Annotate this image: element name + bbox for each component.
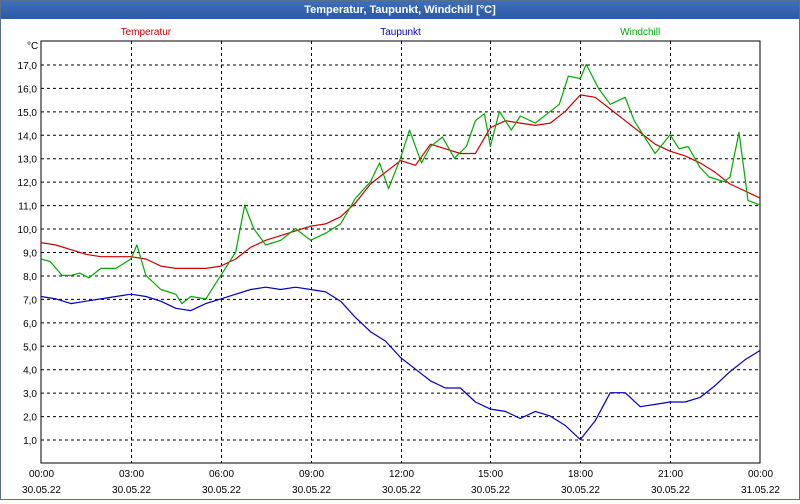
y-tick-label: 3,0 [23, 389, 37, 400]
chart-window: Temperatur, Taupunkt, Windchill [°C] 1,0… [0, 0, 800, 500]
y-tick-label: 17,0 [18, 61, 38, 72]
chart-area: 1,0 2,0 3,0 4,0 5,0 6,0 7,0 8,0 9,0 10,0 11,0 12,0 1… [1, 20, 799, 499]
legend-taupunkt: Taupunkt [380, 27, 421, 38]
x-tick-date: 30.05.22 [382, 485, 421, 496]
y-tick-label: 2,0 [23, 413, 37, 424]
legend-temperatur: Temperatur [121, 27, 172, 38]
y-tick-label: 16,0 [18, 84, 38, 95]
x-tick-date: 30.05.22 [292, 485, 331, 496]
x-tick-time: 15:00 [478, 469, 503, 480]
window-title: Temperatur, Taupunkt, Windchill [°C] [1, 1, 799, 19]
y-tick-label: 6,0 [23, 319, 37, 330]
x-tick-date: 30.05.22 [202, 485, 241, 496]
y-tick-label: 10,0 [18, 225, 38, 236]
x-tick-time: 21:00 [658, 469, 683, 480]
y-tick-label: 4,0 [23, 366, 37, 377]
x-tick-date: 30.05.22 [561, 485, 600, 496]
y-tick-label: 7,0 [23, 295, 37, 306]
x-tick-time: 00:00 [748, 469, 773, 480]
x-tick-time: 12:00 [389, 469, 414, 480]
x-tick-date: 30.05.22 [471, 485, 510, 496]
y-tick-label: 8,0 [23, 272, 37, 283]
x-tick-time: 18:00 [568, 469, 593, 480]
x-tick-time: 00:00 [29, 469, 54, 480]
x-tick-time: 03:00 [119, 469, 144, 480]
y-tick-label: 13,0 [18, 155, 38, 166]
x-tick-time: 09:00 [299, 469, 324, 480]
y-tick-label: 15,0 [18, 108, 38, 119]
legend-windchill: Windchill [620, 27, 660, 38]
x-tick-date: 30.05.22 [651, 485, 690, 496]
plot-frame [40, 40, 761, 464]
y-tick-label: 5,0 [23, 342, 37, 353]
x-tick-date: 31.05.22 [741, 485, 780, 496]
y-tick-label: 11,0 [18, 202, 37, 213]
y-tick-label: 12,0 [18, 178, 38, 189]
x-tick-date: 30.05.22 [112, 485, 151, 496]
y-tick-label: 9,0 [23, 249, 37, 260]
line-chart: 1,0 2,0 3,0 4,0 5,0 6,0 7,0 8,0 9,0 10,0 11,0 12,0 1… [18, 27, 781, 496]
y-tick-label: 1,0 [23, 436, 37, 447]
x-tick-date: 30.05.22 [22, 485, 61, 496]
y-tick-label: 14,0 [18, 131, 38, 142]
x-tick-time: 06:00 [209, 469, 234, 480]
y-axis-label: °C [27, 41, 38, 52]
